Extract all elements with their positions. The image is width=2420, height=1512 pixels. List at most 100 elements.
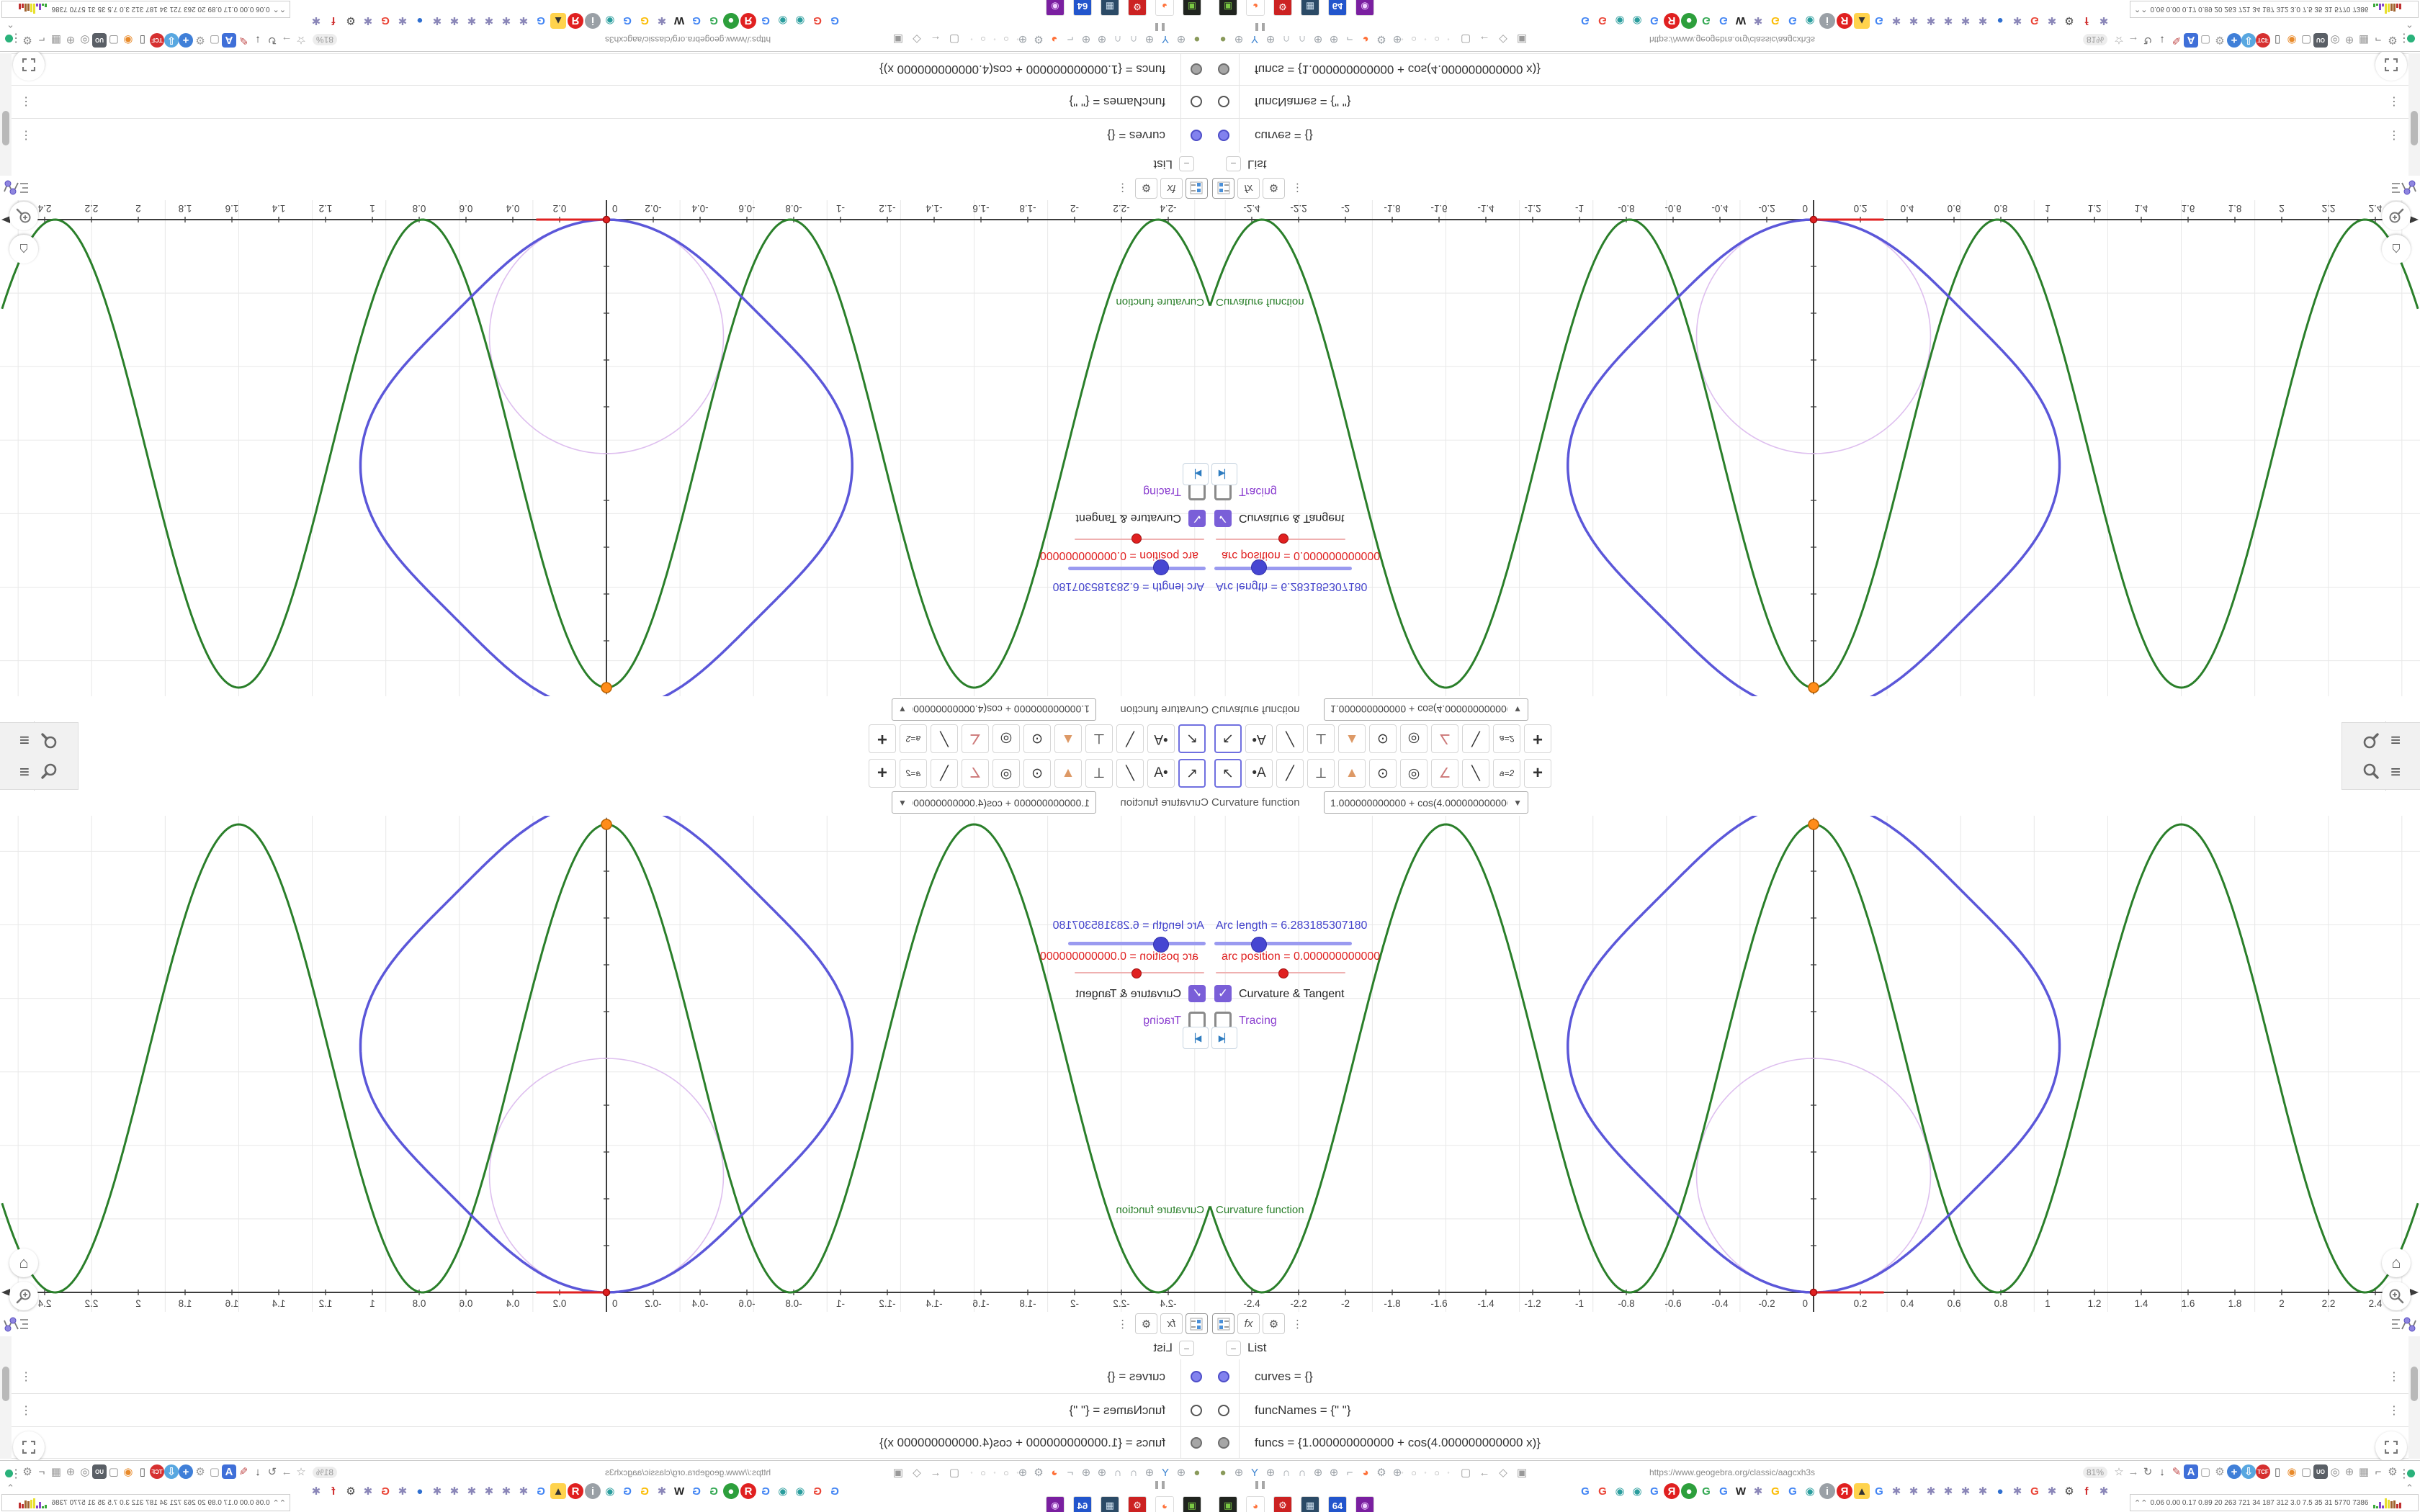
olive-ext-icon[interactable]: ● — [1216, 1465, 1230, 1480]
teal-favicon[interactable]: ◉ — [1802, 1483, 1818, 1499]
ud-shield-icon[interactable]: UO — [2313, 1464, 2328, 1479]
teal-favicon[interactable]: ◉ — [602, 1483, 618, 1499]
flower-favicon[interactable]: ✱ — [654, 1483, 670, 1499]
ud-shield-icon[interactable]: UO — [2313, 33, 2328, 48]
dark-gear-favicon[interactable]: ⚙ — [2061, 13, 2077, 29]
wrench-icon[interactable]: ⌐ — [35, 1464, 49, 1479]
panel-menu-button[interactable]: ⋮ — [1117, 1318, 1128, 1331]
polygon-tool[interactable]: ▲ — [1054, 759, 1082, 788]
step-forward-button[interactable]: ▶▏ — [1211, 463, 1237, 485]
tab-dot-icon[interactable]: ○ — [1001, 1465, 1011, 1480]
angle-tool[interactable]: ∠ — [1431, 724, 1458, 753]
shield-outline-icon[interactable]: ◎ — [78, 33, 92, 48]
point-tool[interactable]: •A — [1147, 724, 1175, 753]
duckduckgo-favicon[interactable]: ● — [723, 1483, 739, 1499]
tab-dot-icon[interactable]: ◦ — [1420, 32, 1430, 47]
dark-gear-favicon[interactable]: ⚙ — [343, 13, 359, 29]
search-magnifier-icon[interactable] — [40, 762, 58, 784]
tab-dot-icon[interactable]: ◦ — [1013, 32, 1023, 47]
gear-icon[interactable]: ⚙ — [193, 1464, 207, 1479]
arc-length-slider[interactable] — [1068, 942, 1206, 945]
mouse-icon[interactable]: ▢ — [2198, 1464, 2213, 1479]
forward-icon[interactable]: → — [2126, 1464, 2141, 1479]
perpendicular-line-tool[interactable]: ⊥ — [1307, 724, 1335, 753]
flower-favicon[interactable]: ✱ — [2009, 13, 2025, 29]
info-favicon[interactable]: i — [1819, 1483, 1835, 1499]
blue-pin-icon[interactable]: Y — [1158, 32, 1173, 47]
shield-outline-icon[interactable]: ◎ — [2328, 33, 2342, 48]
olive-ext-icon[interactable]: ● — [1216, 32, 1230, 47]
google-favicon[interactable]: G — [706, 13, 722, 29]
teal-favicon[interactable]: ◉ — [792, 13, 808, 29]
address-url[interactable]: https://www.geogebra.org/classic/aagcxh3… — [555, 1467, 821, 1477]
flower-favicon[interactable]: ✱ — [360, 13, 376, 29]
trash-icon[interactable]: ▯ — [2270, 1464, 2285, 1479]
tab-dot-icon[interactable]: ◦ — [967, 1465, 977, 1480]
flower-favicon[interactable]: ✱ — [1906, 13, 1922, 29]
tab-dot-icon[interactable]: ○ — [1409, 32, 1419, 47]
fullscreen-button[interactable] — [2375, 1431, 2407, 1463]
row-menu-button[interactable]: ⋮ — [2388, 1369, 2400, 1384]
graphics-view[interactable]: -2.4 -2.2 -2 -1.8 -1.6 -1.4 -1.2 -1 -0.8 -0.6 -0.4… — [0, 799, 1210, 1343]
mouse-icon[interactable]: ▢ — [2198, 33, 2213, 48]
slider-tool[interactable]: a=2 — [900, 759, 927, 788]
monitor-chevrons-icon[interactable]: ⌃⌃ — [273, 1498, 286, 1508]
blue-pin-icon[interactable]: Y — [1247, 32, 1262, 47]
flower-favicon[interactable]: ✱ — [429, 1483, 445, 1499]
row-menu-button[interactable]: ⋮ — [2388, 128, 2400, 143]
visibility-marble[interactable] — [1218, 1437, 1229, 1449]
slider-tool[interactable]: a=2 — [1493, 724, 1520, 753]
puzzle-icon[interactable]: ▦ — [2357, 1464, 2371, 1479]
star-icon[interactable]: ☆ — [294, 33, 308, 48]
step-forward-button[interactable]: ▶▏ — [1183, 463, 1209, 485]
flower-favicon[interactable]: ✱ — [2096, 1483, 2112, 1499]
panel-menu-button[interactable]: ⋮ — [1117, 181, 1128, 194]
angle-tool[interactable]: ∠ — [962, 724, 989, 753]
row-menu-button[interactable]: ⋮ — [2388, 1403, 2400, 1418]
perpendicular-line-tool[interactable]: ⊥ — [1307, 759, 1335, 788]
gauge-icon[interactable]: ∩ — [1279, 1465, 1294, 1480]
globe-icon[interactable]: ⊕ — [1327, 32, 1341, 47]
address-url[interactable]: https://www.geogebra.org/classic/aagcxh3… — [1599, 35, 1865, 45]
tab-dot-icon[interactable]: ◦ — [990, 32, 1000, 47]
flower-favicon[interactable]: ✱ — [1750, 13, 1766, 29]
move-tool[interactable]: ↖ — [1214, 759, 1242, 788]
shield-icon[interactable]: ◇ — [910, 1464, 924, 1480]
collapse-chevron-icon[interactable]: ⌃ — [2406, 18, 2414, 30]
gear-icon[interactable]: ⚙ — [20, 33, 35, 48]
collapse-chevron-icon[interactable]: ⌃ — [2406, 1482, 2414, 1494]
arc-length-slider[interactable] — [1214, 942, 1352, 945]
wikipedia-favicon[interactable]: W — [1733, 1483, 1749, 1499]
point-tool[interactable]: •A — [1245, 759, 1273, 788]
move-view-tool[interactable]: + — [869, 759, 896, 788]
row-menu-button[interactable]: ⋮ — [2388, 94, 2400, 109]
google-favicon[interactable]: G — [758, 13, 774, 29]
panel-menu-button[interactable]: ⋮ — [1292, 1318, 1303, 1331]
yandex-favicon[interactable]: Я — [1664, 1483, 1680, 1499]
teal-favicon[interactable]: ◉ — [1629, 13, 1645, 29]
box-icon[interactable]: ▢ — [107, 1464, 121, 1479]
reflect-tool[interactable]: ╲ — [1462, 724, 1489, 753]
download-icon[interactable]: ↓ — [251, 33, 265, 48]
pencil-icon[interactable]: ✎ — [236, 33, 251, 48]
flower-favicon[interactable]: ✱ — [516, 1483, 532, 1499]
algebra-row[interactable]: curves = {} ⋮ — [0, 118, 1210, 153]
flower-favicon[interactable]: ✱ — [516, 13, 532, 29]
google-favicon[interactable]: G — [533, 13, 549, 29]
google-favicon[interactable]: G — [810, 1483, 825, 1499]
tcf-icon[interactable]: TCF — [2256, 1464, 2270, 1479]
android-ext-icon[interactable]: ▣ — [1183, 1496, 1201, 1512]
tab-dot-icon[interactable]: ◦ — [1443, 1465, 1453, 1480]
floppy64-ext-icon[interactable]: 64 — [1328, 1496, 1347, 1512]
zoom-level-badge[interactable]: 81% — [2083, 34, 2108, 45]
fx-button[interactable]: fx — [1160, 178, 1183, 199]
dark-gear-favicon[interactable]: ⚙ — [2061, 1483, 2077, 1499]
algebra-panel-tab[interactable] — [2391, 175, 2417, 197]
globe-icon[interactable]: ⊕ — [1095, 32, 1109, 47]
scroll-icon[interactable]: ⇩ — [164, 33, 179, 48]
address-url[interactable]: https://www.geogebra.org/classic/aagcxh3… — [1599, 1467, 1865, 1477]
google-favicon[interactable]: G — [827, 1483, 843, 1499]
puzzle-icon[interactable]: ▦ — [2357, 33, 2371, 48]
teal-favicon[interactable]: ◉ — [775, 1483, 791, 1499]
graphics-view[interactable]: -2.4 -2.2 -2 -1.8 -1.6 -1.4 -1.2 -1 -0.8 -0.6 -0.4… — [0, 169, 1210, 713]
